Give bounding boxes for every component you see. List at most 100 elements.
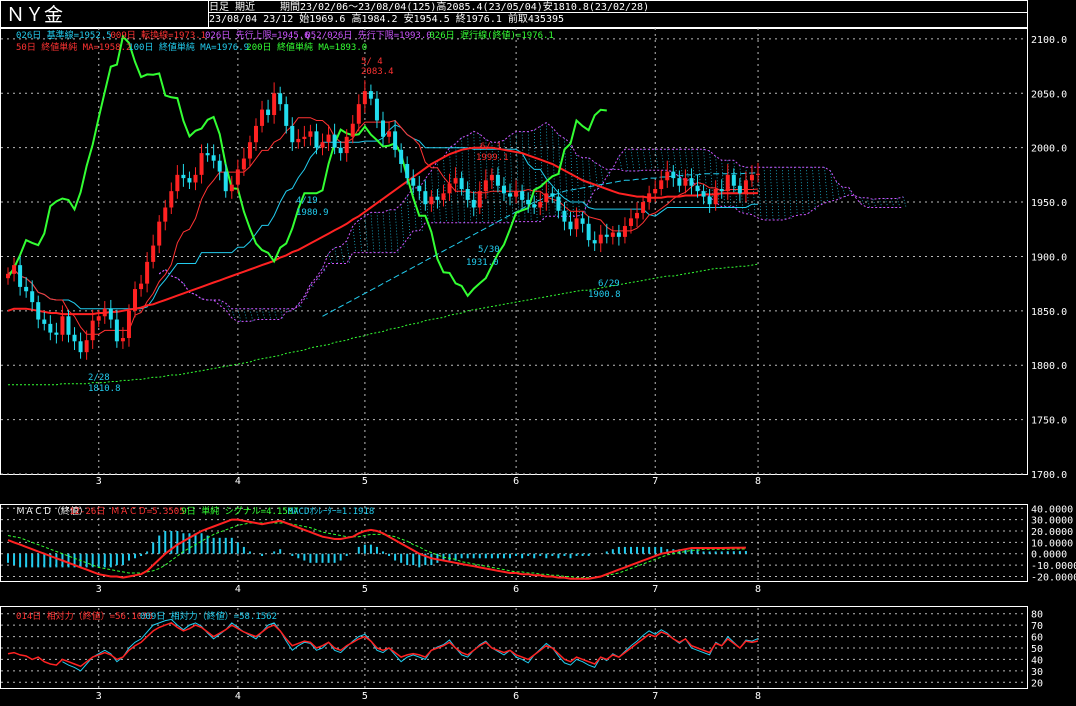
- candle-body: [157, 221, 162, 246]
- candle-body: [695, 185, 700, 192]
- legend-main-item: 200日 終値単純 MA=1893.0: [246, 41, 367, 53]
- candle-body: [429, 196, 434, 205]
- x-tick-label: 6: [513, 584, 519, 595]
- y-tick-label: 10.0000: [1031, 538, 1073, 549]
- candle-body: [604, 234, 609, 237]
- candle-body: [145, 261, 150, 284]
- y-tick-label: 1900.0: [1031, 252, 1067, 263]
- candle-body: [707, 196, 712, 205]
- candle-body: [114, 319, 119, 342]
- candle-body: [78, 341, 83, 353]
- candle-body: [616, 232, 621, 237]
- rsi9-line: [62, 618, 759, 672]
- x-tick-label: 8: [755, 691, 761, 702]
- y-tick-label: 2000.0: [1031, 144, 1067, 155]
- candle-body: [344, 136, 349, 154]
- y-tick-label: 0.0000: [1031, 550, 1067, 561]
- candle-body: [72, 334, 77, 342]
- candle-body: [447, 183, 452, 194]
- y-tick-label: 60: [1031, 633, 1043, 644]
- candle-body: [30, 291, 35, 303]
- x-tick-label: 3: [96, 584, 102, 595]
- x-tick-label: 5: [362, 584, 368, 595]
- candle-body: [689, 178, 694, 186]
- ma200-line: [8, 263, 759, 386]
- legend-main-item: 026日 先行上限=1945.6: [205, 29, 310, 41]
- candle-body: [223, 171, 228, 192]
- candle-body: [374, 98, 379, 121]
- x-tick-label: 5: [362, 476, 368, 487]
- candle-body: [713, 188, 718, 205]
- price-annotation: 2/28: [88, 373, 110, 383]
- candle-body: [18, 265, 23, 287]
- candle-body: [514, 191, 519, 197]
- x-tick-label: 6: [513, 691, 519, 702]
- y-tick-label: 1950.0: [1031, 198, 1067, 209]
- candle-body: [423, 191, 428, 205]
- candle-body: [544, 193, 549, 203]
- candle-body: [139, 283, 144, 290]
- candle-body: [610, 232, 615, 237]
- candle-body: [725, 174, 730, 192]
- candle-body: [60, 316, 65, 335]
- tenkan-line: [7, 117, 759, 335]
- candle-body: [737, 185, 742, 194]
- candle-body: [538, 202, 543, 208]
- x-tick-label: 6: [513, 476, 519, 487]
- candle-body: [368, 91, 373, 99]
- legend-rsi-item: 009日 相対力（終値）=58.1562: [140, 610, 277, 622]
- candle-body: [163, 207, 168, 222]
- candle-body: [187, 178, 192, 183]
- legend-main-item: 009日 転換線=1973.1: [111, 29, 207, 41]
- price-annotation: 5/ 4: [361, 57, 383, 67]
- legend-main-item: 026日 基準線=1952.5: [16, 29, 112, 41]
- legend-rsi-item: 014日 相対力（終値）=56.1055: [16, 610, 153, 622]
- candle-body: [169, 191, 174, 208]
- candle-body: [126, 310, 131, 339]
- candle-body: [483, 180, 488, 192]
- x-tick-label: 3: [96, 476, 102, 487]
- price-annotation: 5/30: [478, 245, 500, 255]
- header-frame: [0, 0, 1028, 28]
- x-tick-label: 7: [652, 584, 658, 595]
- candle-body: [586, 223, 591, 241]
- y-tick-label: 1700.0: [1031, 470, 1067, 481]
- candle-body: [102, 308, 107, 317]
- candle-body: [495, 174, 500, 186]
- candle-body: [108, 308, 113, 320]
- ma50-line: [7, 146, 759, 316]
- candle-body: [628, 218, 633, 226]
- candle-body: [217, 160, 222, 172]
- candle-body: [453, 178, 458, 184]
- candle-body: [362, 91, 367, 105]
- candle-body: [592, 240, 597, 244]
- candle-body: [96, 316, 101, 321]
- price-annotation: 1980.9: [296, 208, 329, 218]
- price-annotation: 6/29: [598, 279, 620, 289]
- candle-body: [350, 123, 355, 137]
- price-annotation: 1810.8: [88, 384, 121, 394]
- senkou-b-line: [158, 148, 904, 310]
- candle-body: [84, 340, 89, 353]
- candle-body: [677, 178, 682, 186]
- candle-body: [6, 273, 10, 279]
- candle-body: [635, 212, 640, 219]
- candle-body: [332, 134, 337, 148]
- price-annotation: 2083.4: [361, 67, 394, 77]
- candle-body: [229, 184, 234, 192]
- candle-body: [320, 142, 325, 148]
- y-tick-label: 1800.0: [1031, 361, 1067, 372]
- candle-body: [417, 185, 422, 192]
- candle-body: [326, 134, 331, 143]
- candle-body: [36, 302, 41, 320]
- candle-body: [253, 125, 258, 143]
- candle-body: [731, 174, 736, 186]
- candle-body: [532, 204, 537, 208]
- candle-body: [665, 171, 670, 181]
- candle-body: [338, 147, 343, 154]
- candle-body: [211, 155, 216, 161]
- y-tick-label: 40: [1031, 655, 1043, 666]
- y-tick-label: 80: [1031, 610, 1043, 621]
- candle-body: [133, 289, 138, 311]
- candle-body: [48, 323, 53, 333]
